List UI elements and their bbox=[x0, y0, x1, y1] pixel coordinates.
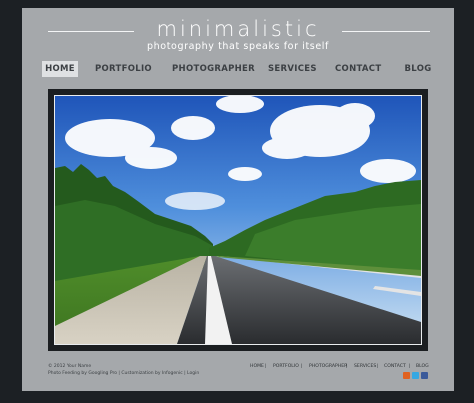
footer-nav-contact[interactable]: CONTACT bbox=[384, 363, 406, 370]
footer-nav-separator: | bbox=[265, 364, 267, 369]
footer-nav-photographer[interactable]: PHOTOGRAPHER bbox=[309, 363, 347, 370]
site-title[interactable]: minimalistic bbox=[22, 17, 454, 41]
road-landscape-image bbox=[55, 96, 421, 344]
footer-nav-blog[interactable]: BLOG bbox=[416, 363, 429, 370]
footer-nav-separator: | bbox=[301, 364, 303, 369]
twitter-icon[interactable] bbox=[412, 372, 419, 379]
footer-nav-separator: | bbox=[377, 364, 379, 369]
footer-nav-portfolio[interactable]: PORTFOLIO bbox=[273, 363, 299, 370]
nav-photographer[interactable]: PHOTOGRAPHER bbox=[172, 61, 255, 77]
footer-nav-services[interactable]: SERVICES bbox=[354, 363, 376, 370]
footer-nav-separator: | bbox=[409, 364, 411, 369]
nav-services[interactable]: SERVICES bbox=[268, 61, 316, 77]
footer-credits[interactable]: Photo Feeding by Googling Pro | Customiz… bbox=[48, 370, 199, 377]
footer-nav-separator: | bbox=[346, 364, 348, 369]
nav-contact[interactable]: CONTACT bbox=[335, 61, 381, 77]
site-tagline: photography that speaks for itself bbox=[147, 41, 329, 52]
page-panel: minimalistic photography that speaks for… bbox=[22, 8, 454, 391]
nav-home[interactable]: HOME bbox=[42, 61, 78, 77]
nav-portfolio[interactable]: PORTFOLIO bbox=[95, 61, 152, 77]
hero-photo bbox=[54, 95, 422, 345]
facebook-icon[interactable] bbox=[421, 372, 428, 379]
nav-blog[interactable]: BLOG bbox=[403, 61, 433, 77]
main-nav: HOME PORTFOLIO PHOTOGRAPHER SERVICES CON… bbox=[22, 61, 454, 77]
footer-nav-home[interactable]: HOME bbox=[250, 363, 264, 370]
footer-nav: HOME | PORTFOLIO | PHOTOGRAPHER | SERVIC… bbox=[22, 363, 454, 370]
hero-frame bbox=[48, 89, 428, 351]
rss-icon[interactable] bbox=[403, 372, 410, 379]
